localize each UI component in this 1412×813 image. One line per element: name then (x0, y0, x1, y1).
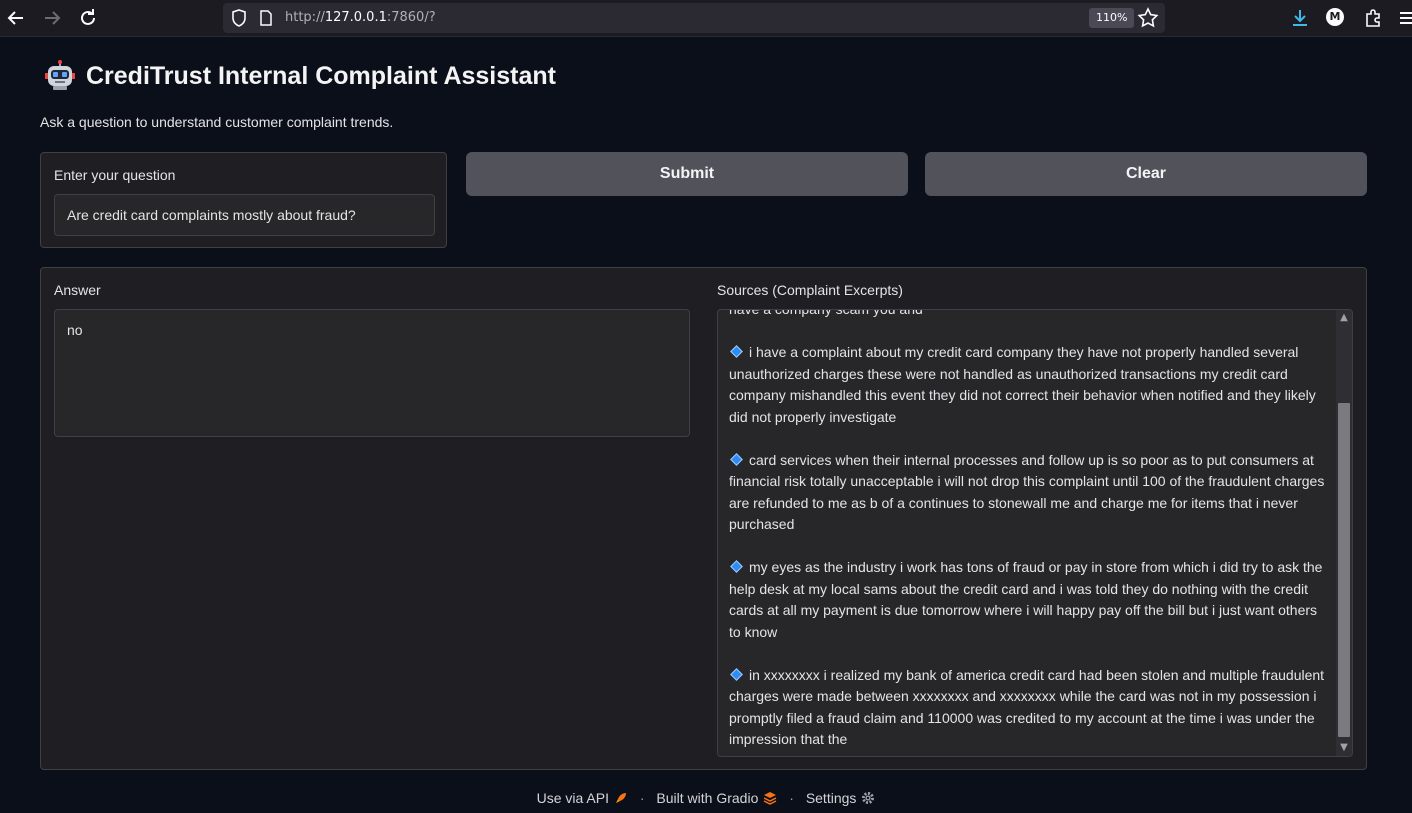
bookmark-star-icon[interactable] (1137, 7, 1159, 29)
rocket-icon (615, 793, 626, 803)
gear-icon (862, 792, 875, 804)
zoom-level-badge[interactable]: 110% (1089, 8, 1135, 28)
shield-icon[interactable] (231, 9, 247, 27)
reload-icon[interactable] (76, 6, 100, 30)
blue-diamond-icon (730, 560, 743, 573)
settings-label: Settings (805, 790, 857, 806)
excerpt-text: in xxxxxxxx i realized my bank of americ… (729, 666, 1325, 748)
question-block: Enter your question (40, 152, 447, 248)
extensions-puzzle-icon[interactable] (1361, 6, 1385, 30)
profile-avatar[interactable]: M (1326, 8, 1344, 26)
excerpt-item: i have a complaint about my credit card … (729, 342, 1327, 428)
footer-separator: · (789, 790, 794, 806)
blue-diamond-icon (730, 452, 743, 466)
footer: Use via API · Built with Gradio · Settin… (0, 790, 1412, 806)
blue-diamond-icon (730, 667, 743, 681)
excerpt-item: my eyes as the industry i work has tons … (729, 557, 1327, 643)
browser-toolbar: http://127.0.0.1:7860/? 110% M (0, 0, 1412, 37)
built-with-gradio-label: Built with Gradio (656, 790, 759, 806)
excerpt-item: card services when their internal proces… (729, 450, 1327, 536)
blue-diamond-icon (730, 345, 743, 358)
url-text[interactable]: http://127.0.0.1:7860/? (285, 10, 436, 25)
scrollbar-thumb[interactable] (1338, 403, 1350, 737)
address-bar[interactable]: http://127.0.0.1:7860/? 110% (223, 3, 1165, 33)
use-via-api-link[interactable]: Use via API (537, 790, 628, 806)
sources-label: Sources (Complaint Excerpts) (717, 282, 903, 298)
built-with-gradio-link[interactable]: Built with Gradio (656, 790, 777, 806)
sources-textbox[interactable]: have a company scam you and i have a com… (717, 309, 1353, 757)
footer-separator: · (639, 790, 645, 806)
app-header: CrediTrust Internal Complaint Assistant (44, 58, 556, 94)
page-icon[interactable] (259, 10, 273, 26)
scroll-up-arrow-icon[interactable]: ▲ (1336, 310, 1352, 326)
page-title: CrediTrust Internal Complaint Assistant (86, 61, 556, 90)
forward-arrow-icon[interactable] (40, 6, 64, 30)
use-via-api-label: Use via API (536, 790, 609, 806)
answer-textbox[interactable]: no (54, 309, 690, 437)
scroll-down-arrow-icon[interactable]: ▼ (1336, 740, 1352, 756)
robot-icon (45, 60, 75, 90)
output-panel: Answer no Sources (Complaint Excerpts) h… (40, 267, 1367, 770)
gradio-logo-icon (764, 792, 777, 805)
page-subtitle: Ask a question to understand customer co… (40, 114, 394, 130)
excerpt-text: my eyes as the industry i work has tons … (729, 559, 1323, 640)
submit-button[interactable]: Submit (466, 152, 908, 196)
excerpt-text: card services when their internal proces… (729, 451, 1325, 533)
question-label: Enter your question (54, 167, 176, 183)
excerpt-text: i have a complaint about my credit card … (729, 344, 1316, 425)
downloads-icon[interactable] (1288, 6, 1312, 30)
clear-button[interactable]: Clear (925, 152, 1367, 196)
sources-content: have a company scam you and i have a com… (729, 309, 1327, 756)
question-input[interactable] (54, 194, 435, 236)
excerpt-item: in xxxxxxxx i realized my bank of americ… (729, 665, 1327, 751)
settings-link[interactable]: Settings (806, 790, 876, 806)
excerpt-partial: have a company scam you and (729, 309, 923, 317)
sources-scrollbar[interactable]: ▲ ▼ (1336, 310, 1352, 756)
menu-hamburger-icon[interactable] (1398, 6, 1412, 30)
back-arrow-icon[interactable] (4, 6, 28, 30)
answer-label: Answer (54, 282, 101, 298)
